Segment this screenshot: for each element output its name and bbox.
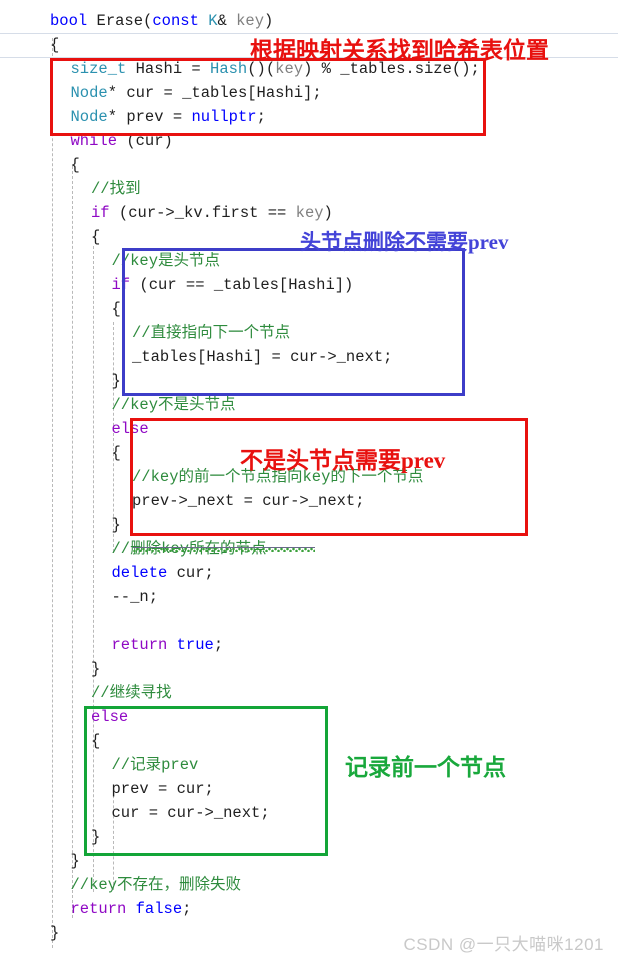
code-line: delete cur; (111, 564, 214, 582)
annotation-box-anno-not-head-need-prev (130, 418, 528, 536)
code-line: { (70, 156, 80, 174)
annotation-box-anno-hash-position (50, 58, 486, 136)
code-line: //继续寻找 (91, 684, 172, 702)
annotation-label-anno-not-head-need-prev: 不是头节点需要prev (240, 448, 446, 473)
code-line: return true; (111, 636, 224, 654)
code-line: return false; (70, 900, 192, 918)
code-line: { (111, 300, 121, 318)
annotation-label-anno-hash-position: 根据映射关系找到哈希表位置 (250, 38, 549, 63)
csdn-watermark: CSDN @一只大喵咪1201 (403, 935, 604, 954)
error-squiggle-decoration (133, 548, 315, 552)
code-line: } (111, 372, 121, 390)
code-line: } (91, 660, 101, 678)
annotation-box-anno-head-node-no-prev (122, 248, 465, 396)
code-line: { (111, 444, 121, 462)
code-line: { (91, 228, 101, 246)
code-line: } (111, 516, 121, 534)
code-line: } (70, 852, 80, 870)
code-line: if (cur->_kv.first == key) (91, 204, 333, 222)
screenshot-root: bool Erase(const K& key){size_t Hashi = … (0, 0, 618, 965)
code-line: { (50, 36, 60, 54)
code-line: } (50, 924, 60, 942)
code-line: --_n; (111, 588, 159, 606)
annotation-label-anno-head-node-no-prev: 头节点删除不需要prev (300, 230, 509, 254)
code-line: //找到 (91, 180, 141, 198)
annotation-label-anno-record-prev-node: 记录前一个节点 (345, 755, 506, 780)
code-line: bool Erase(const K& key) (50, 12, 274, 30)
code-line: //key不存在，删除失败 (70, 876, 242, 894)
annotation-box-anno-record-prev-node (84, 706, 328, 856)
